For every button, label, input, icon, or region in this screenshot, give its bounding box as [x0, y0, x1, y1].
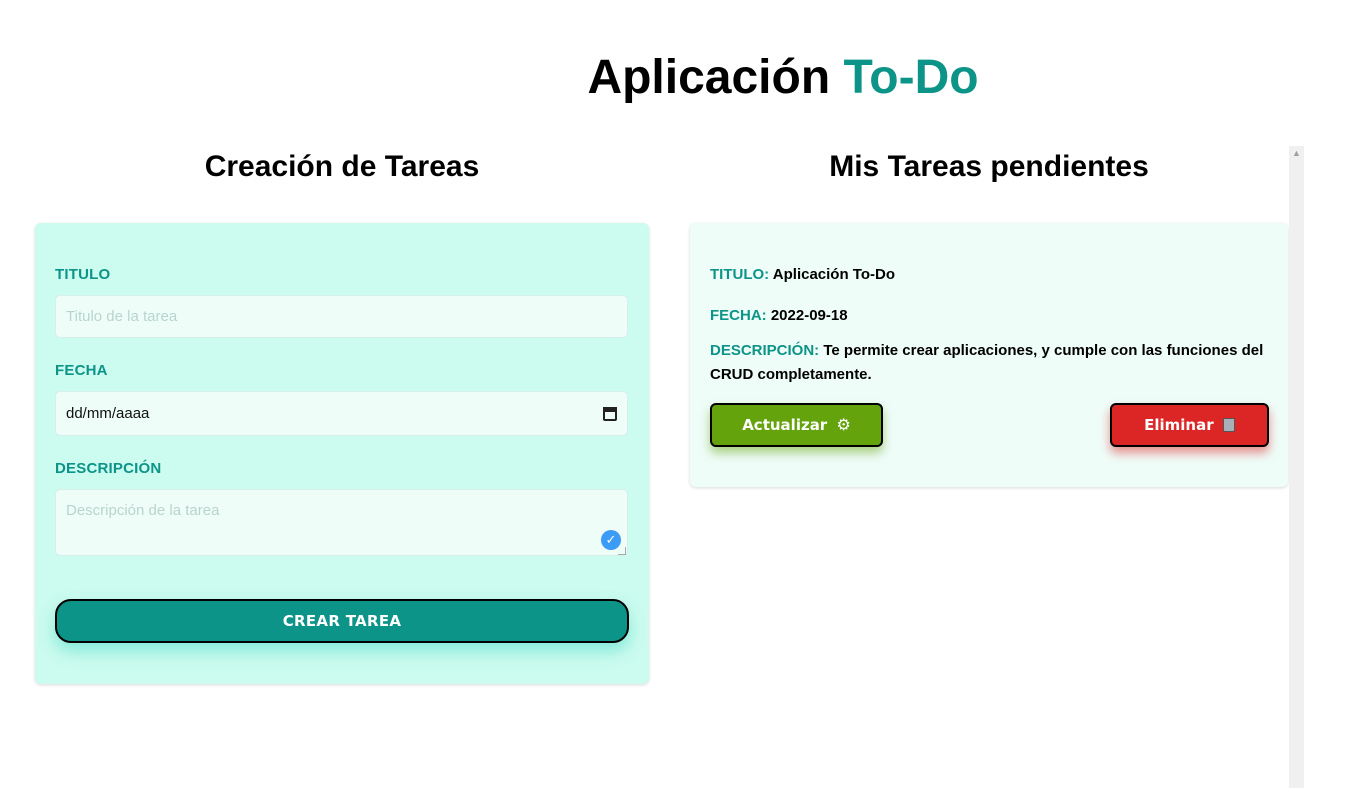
delete-button-label: Eliminar — [1144, 416, 1214, 434]
update-task-button[interactable]: Actualizar ⚙ — [710, 403, 883, 447]
form-section-title: Creación de Tareas — [204, 150, 480, 183]
page-title-accent: To-Do — [843, 51, 979, 104]
tasks-scrollbar[interactable]: ▲ — [1289, 146, 1304, 788]
todo-app: Aplicación To-Do Creación de Tareas Mis … — [0, 0, 1370, 788]
page-title: Aplicación To-Do — [0, 48, 1370, 108]
delete-task-button[interactable]: Eliminar — [1110, 403, 1269, 447]
calendar-icon[interactable] — [603, 406, 617, 421]
title-input[interactable] — [55, 295, 628, 338]
task-date-line: FECHA: 2022-09-18 — [710, 304, 1280, 328]
date-input[interactable]: dd/mm/aaaa — [55, 391, 628, 436]
task-date-key: FECHA: — [710, 307, 767, 324]
description-label: DESCRIPCIÓN — [55, 460, 162, 477]
tasks-section-title: Mis Tareas pendientes — [829, 150, 1149, 183]
trash-icon — [1222, 418, 1235, 432]
create-task-button[interactable]: CREAR TAREA — [55, 599, 629, 643]
title-label: TITULO — [55, 266, 111, 283]
task-title-key: TITULO: — [710, 266, 770, 283]
page-title-main: Aplicación — [587, 51, 831, 104]
task-description-key: DESCRIPCIÓN: — [710, 342, 820, 359]
task-card: TITULO: Aplicación To-Do FECHA: 2022-09-… — [690, 223, 1288, 487]
task-title-line: TITULO: Aplicación To-Do — [710, 263, 1280, 287]
create-task-form: TITULO FECHA dd/mm/aaaa DESCRIPCIÓN ✓ CR… — [35, 223, 649, 684]
update-button-label: Actualizar — [742, 416, 828, 434]
task-date-value: 2022-09-18 — [770, 307, 848, 324]
resize-handle-icon[interactable] — [618, 547, 626, 555]
task-description-line: DESCRIPCIÓN: Te permite crear aplicacion… — [710, 339, 1280, 387]
description-input[interactable] — [55, 489, 628, 556]
scroll-up-icon[interactable]: ▲ — [1289, 146, 1304, 161]
task-title-value: Aplicación To-Do — [772, 266, 896, 283]
gear-icon: ⚙ — [836, 415, 851, 434]
date-value: dd/mm/aaaa — [66, 405, 150, 422]
date-label: FECHA — [55, 362, 108, 379]
